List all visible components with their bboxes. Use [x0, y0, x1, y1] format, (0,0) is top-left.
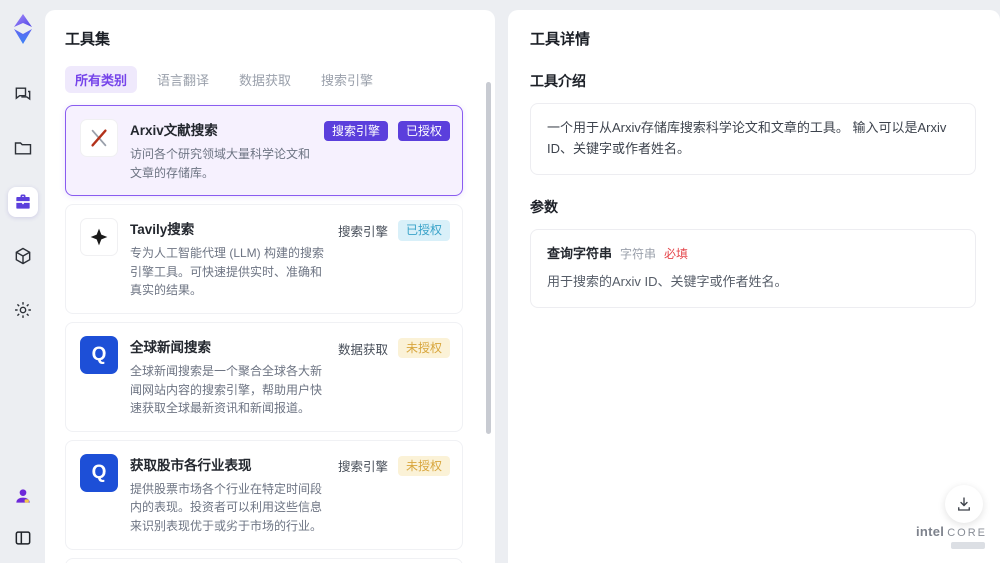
params-heading: 参数 — [530, 198, 558, 215]
param-name: 查询字符串 — [547, 245, 613, 261]
param-box: 查询字符串 字符串 必填 用于搜索的Arxiv ID、关键字或作者姓名。 — [530, 228, 976, 309]
intel-core-logo: intel CORE — [915, 523, 987, 549]
param-description: 用于搜索的Arxiv ID、关键字或作者姓名。 — [547, 274, 788, 290]
tab-search-engine[interactable]: 搜索引擎 — [311, 66, 383, 93]
tool-card-global-news[interactable]: Q 全球新闻搜索 全球新闻搜索是一个聚合全球各大新闻网站内容的搜索引擎，帮助用户… — [65, 321, 463, 432]
category-label: 数据获取 — [337, 342, 388, 357]
tool-card-active-stocks[interactable]: Q 获取市场最活跃股票信息 提供当天交易量最高的股票列表，投资者可以利用这些信息… — [65, 557, 463, 563]
tool-name: 全球新闻搜索 — [130, 339, 211, 355]
tool-cards: Arxiv文献搜索 访问各个研究领域大量科学论文和文章的存储库。 搜索引擎 已授… — [65, 105, 477, 563]
toolbox-icon[interactable] — [7, 187, 38, 217]
folder-icon[interactable] — [8, 133, 38, 163]
app-rail — [0, 0, 45, 563]
stock-sectors-icon: Q — [80, 453, 118, 492]
tool-name: Arxiv文献搜索 — [130, 123, 218, 138]
tool-detail-panel: 工具详情 工具介绍 一个用于从Arxiv存储库搜索科学论文和文章的工具。 输入可… — [508, 10, 1000, 563]
intro-text: 一个用于从Arxiv存储库搜索科学论文和文章的工具。 输入可以是Arxiv ID… — [547, 120, 947, 156]
intel-ultra-bar — [951, 542, 985, 549]
tool-description: 全球新闻搜索是一个聚合全球各大新闻网站内容的搜索引擎，帮助用户快速获取全球最新资… — [130, 363, 323, 416]
tool-card-arxiv[interactable]: Arxiv文献搜索 访问各个研究领域大量科学论文和文章的存储库。 搜索引擎 已授… — [65, 105, 463, 197]
arxiv-icon — [80, 119, 118, 157]
intro-box: 一个用于从Arxiv存储库搜索科学论文和文章的工具。 输入可以是Arxiv ID… — [530, 103, 976, 175]
tavily-icon — [80, 218, 118, 257]
detail-title: 工具详情 — [530, 31, 591, 48]
intel-wordmark: intel — [915, 523, 945, 539]
auth-badge: 已授权 — [397, 121, 450, 142]
app-logo-icon — [8, 13, 38, 45]
tool-list-panel: 工具集 所有类别 语言翻译 数据获取 搜索引擎 Arxiv文献搜索 访问各个研究… — [45, 10, 495, 563]
tool-name: Tavily搜索 — [130, 222, 195, 238]
tool-card-stock-sectors[interactable]: Q 获取股市各行业表现 提供股票市场各个行业在特定时间段内的表现。投资者可以利用… — [65, 439, 463, 550]
page-title: 工具集 — [65, 31, 111, 48]
tab-language-translation[interactable]: 语言翻译 — [147, 66, 219, 93]
list-scrollbar[interactable] — [486, 82, 491, 434]
user-avatar-icon[interactable] — [8, 481, 38, 511]
tool-name: 获取股市各行业表现 — [130, 457, 252, 473]
core-wordmark: CORE — [947, 526, 987, 539]
auth-badge: 已授权 — [397, 220, 450, 241]
chat-icon[interactable] — [8, 79, 38, 109]
tab-all-categories[interactable]: 所有类别 — [65, 66, 138, 93]
category-label: 搜索引擎 — [337, 460, 388, 475]
tab-data-fetch[interactable]: 数据获取 — [229, 66, 301, 93]
download-button[interactable] — [945, 485, 983, 523]
param-type: 字符串 — [620, 246, 657, 261]
auth-badge: 未授权 — [397, 455, 450, 477]
main-area: 工具集 所有类别 语言翻译 数据获取 搜索引擎 Arxiv文献搜索 访问各个研究… — [45, 0, 1000, 563]
tool-description: 访问各个研究领域大量科学论文和文章的存储库。 — [130, 147, 311, 180]
tool-card-tavily[interactable]: Tavily搜索 专为人工智能代理 (LLM) 构建的搜索引擎工具。可快速提供实… — [65, 204, 463, 314]
gear-icon[interactable] — [8, 295, 38, 325]
category-tabs: 所有类别 语言翻译 数据获取 搜索引擎 — [65, 66, 477, 93]
collapse-panel-icon[interactable] — [8, 523, 38, 553]
cube-icon[interactable] — [8, 241, 38, 271]
intro-heading: 工具介绍 — [530, 73, 586, 89]
tool-description: 提供股票市场各个行业在特定时间段内的表现。投资者可以利用这些信息来识别表现优于或… — [130, 481, 323, 533]
param-required-badge: 必填 — [664, 246, 689, 261]
category-badge: 搜索引擎 — [323, 121, 388, 142]
category-label: 搜索引擎 — [337, 224, 388, 239]
tool-description: 专为人工智能代理 (LLM) 构建的搜索引擎工具。可快速提供实时、准确和真实的结… — [130, 246, 325, 298]
auth-badge: 未授权 — [397, 337, 450, 359]
global-news-icon: Q — [80, 335, 118, 374]
download-icon — [958, 497, 970, 511]
